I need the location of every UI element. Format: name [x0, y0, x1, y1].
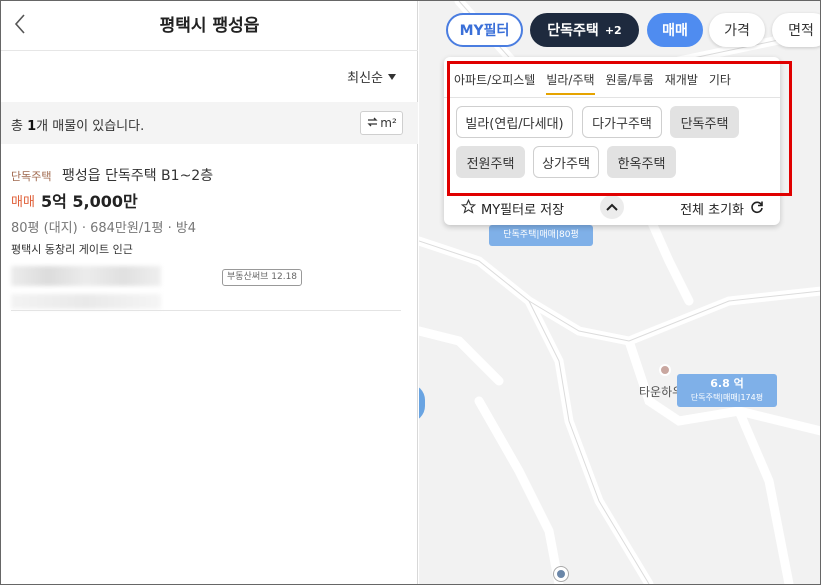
sort-dropdown[interactable]: 최신순 [347, 67, 396, 86]
tab-apartment[interactable]: 아파트/오피스텔 [454, 71, 535, 95]
collapse-panel-button[interactable] [600, 195, 624, 219]
chevron-up-icon [606, 200, 618, 215]
sort-row: 최신순 [1, 51, 418, 101]
location-pin-icon [659, 364, 671, 376]
unit-label: m² [380, 116, 397, 130]
option-country-house[interactable]: 전원주택 [456, 146, 525, 178]
filter-panel: 아파트/오피스텔 빌라/주택 원룸/투룸 재개발 기타 빌라(연립/다세대) 다… [444, 57, 780, 225]
listing-deal-type: 매매 [11, 195, 35, 210]
option-detached-house[interactable]: 단독주택 [670, 106, 739, 138]
map-marker[interactable]: 단독주택|매매|80평 [489, 225, 593, 246]
count-number: 1 [27, 119, 37, 134]
deal-type-chip[interactable]: 매매 [647, 13, 703, 47]
result-count: 총 1개 매물이 있습니다. [11, 115, 144, 134]
map-marker[interactable]: 6.8 억 단독주택|매매|174평 [677, 374, 777, 407]
tab-redevelopment[interactable]: 재개발 [665, 71, 698, 95]
property-type-chip[interactable]: 단독주택 +2 [530, 13, 639, 47]
listing-panel: 평택시 팽성읍 최신순 총 1개 매물이 있습니다. m² 단독주택 팽성읍 단… [1, 1, 418, 584]
list-item[interactable]: 단독주택 팽성읍 단독주택 B1~2층 매매 5억 5,000만 80평 (대지… [1, 144, 418, 311]
marker-label: 단독주택|매매|174평 [690, 393, 764, 402]
refresh-icon [750, 200, 764, 218]
option-villa[interactable]: 빌라(연립/다세대) [456, 106, 573, 138]
save-my-filter-button[interactable]: MY필터로 저장 [460, 198, 565, 218]
my-filter-button[interactable]: MY필터 [446, 13, 523, 47]
reset-label: 전체 초기화 [680, 203, 744, 218]
caret-down-icon [388, 73, 396, 80]
filter-footer: MY필터로 저장 전체 초기화 [444, 195, 780, 225]
count-prefix: 총 [11, 119, 28, 134]
area-chip[interactable]: 면적 [772, 13, 820, 47]
header: 평택시 팽성읍 [1, 1, 418, 51]
current-location-icon[interactable] [554, 567, 568, 581]
property-type-extra: +2 [604, 23, 622, 37]
save-my-filter-label: MY필터로 저장 [481, 203, 565, 218]
blurred-content [11, 266, 161, 286]
tab-other[interactable]: 기타 [709, 71, 731, 95]
tab-oneroom[interactable]: 원룸/투룸 [606, 71, 654, 95]
count-suffix: 개 매물이 있습니다. [36, 119, 145, 134]
property-type-label: 단독주택 [547, 23, 599, 39]
star-icon [460, 198, 477, 218]
agent-badge: 부동산써브 12.18 [222, 269, 303, 286]
unit-toggle-button[interactable]: m² [360, 111, 403, 135]
result-count-bar: 총 1개 매물이 있습니다. m² [1, 102, 418, 144]
listing-price: 5억 5,000만 [41, 192, 138, 211]
map-view[interactable]: 단독주택|매매|80평 타운하우스 6.8 억 단독주택|매매|174평 MY필… [419, 1, 820, 584]
listing-spec: 80평 (대지) · 684만원/1평 · 방4 [11, 221, 197, 236]
swap-icon [366, 116, 379, 131]
reset-filters-button[interactable]: 전체 초기화 [680, 199, 764, 218]
price-chip[interactable]: 가격 [709, 13, 765, 47]
app-window: 평택시 팽성읍 최신순 총 1개 매물이 있습니다. m² 단독주택 팽성읍 단… [0, 0, 821, 585]
option-hanok[interactable]: 한옥주택 [607, 146, 676, 178]
option-commercial-house[interactable]: 상가주택 [533, 146, 599, 178]
listing-name: 팽성읍 단독주택 B1~2층 [62, 168, 214, 184]
sort-label: 최신순 [347, 71, 383, 86]
filter-tabs: 아파트/오피스텔 빌라/주택 원룸/투룸 재개발 기타 [454, 71, 742, 95]
tab-divider [444, 97, 780, 98]
tab-villa-house[interactable]: 빌라/주택 [546, 71, 595, 95]
divider [11, 310, 401, 311]
blurred-content [11, 294, 161, 309]
marker-price: 6.8 억 [710, 377, 744, 390]
listing-location: 평택시 동창리 게이트 인근 [11, 243, 133, 256]
option-multi-family[interactable]: 다가구주택 [582, 106, 662, 138]
listing-type: 단독주택 [11, 170, 52, 183]
page-title: 평택시 팽성읍 [159, 16, 260, 36]
